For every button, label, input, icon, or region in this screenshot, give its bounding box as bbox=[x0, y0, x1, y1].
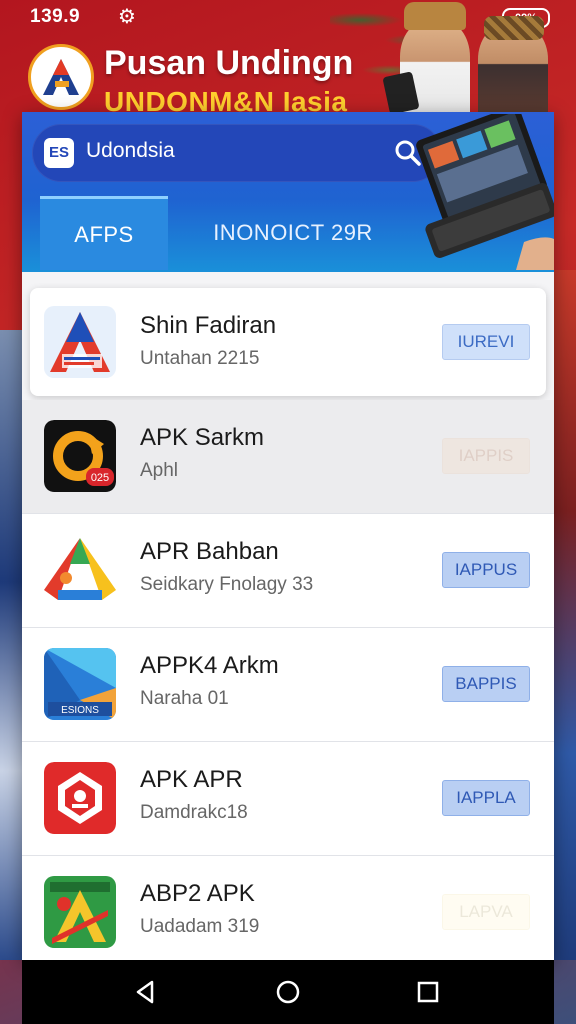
search-bar[interactable]: ES Udondsia bbox=[32, 124, 442, 182]
install-button[interactable]: IAPPUS bbox=[442, 552, 530, 588]
tablet-keyboard-image bbox=[396, 112, 554, 270]
tab-bar: AFPS INONOICT 29R bbox=[40, 196, 418, 270]
install-button[interactable]: LAPVA bbox=[442, 894, 530, 930]
install-button[interactable]: IAPPLA bbox=[442, 780, 530, 816]
a-red-blue-icon bbox=[44, 306, 116, 378]
background-right-strip bbox=[554, 270, 576, 960]
app-title: APR Bahban bbox=[140, 538, 279, 565]
install-button[interactable]: BAPPIS bbox=[442, 666, 530, 702]
app-subtitle: Seidkary Fnolagy 33 bbox=[140, 574, 314, 595]
svg-text:025: 025 bbox=[91, 472, 109, 484]
app-title: APK Sarkm bbox=[140, 424, 265, 451]
app-subtitle: Damdrakc18 bbox=[140, 802, 248, 823]
blue-folded-icon: ESIONS bbox=[44, 648, 116, 720]
app-window: ES Udondsia AFPS INONOICT 29R Shin Fadir… bbox=[22, 112, 554, 960]
search-text[interactable]: Udondsia bbox=[86, 139, 175, 163]
app-title: Shin Fadiran bbox=[140, 312, 277, 339]
app-list: Shin Fadiran Untahan 2215 IUREVI 025 APK… bbox=[22, 284, 554, 960]
list-item[interactable]: APR Bahban Seidkary Fnolagy 33 IAPPUS bbox=[22, 514, 554, 628]
background-left-strip bbox=[0, 330, 24, 960]
list-item[interactable]: Shin Fadiran Untahan 2215 IUREVI bbox=[30, 288, 546, 396]
android-nav-bar bbox=[22, 960, 554, 1024]
app-subtitle: Uadadam 319 bbox=[140, 916, 260, 937]
hero-title: Pusan Undingn bbox=[104, 44, 354, 82]
red-badge-icon bbox=[44, 762, 116, 834]
settings-icon: ⚙ bbox=[118, 6, 136, 28]
tab-secondary[interactable]: INONOICT 29R bbox=[168, 196, 418, 270]
install-button[interactable]: IUREVI bbox=[442, 324, 530, 360]
svg-text:ESIONS: ESIONS bbox=[61, 705, 99, 716]
status-time: 139.9 bbox=[30, 6, 81, 27]
list-item[interactable]: ESIONS APPK4 Arkm Naraha 01 BAPPIS bbox=[22, 628, 554, 742]
app-subtitle: Aphl bbox=[140, 460, 179, 481]
app-title: APPK4 Arkm bbox=[140, 652, 279, 679]
green-a-icon bbox=[44, 876, 116, 948]
list-item[interactable]: 025 APK Sarkm Aphl IAPPIS bbox=[22, 400, 554, 514]
install-button[interactable]: IAPPIS bbox=[442, 438, 530, 474]
home-icon[interactable] bbox=[274, 978, 302, 1006]
tab-apps[interactable]: AFPS bbox=[40, 196, 168, 270]
app-title: APK APR bbox=[140, 766, 243, 793]
list-item[interactable]: ABP2 APK Uadadam 319 LAPVA bbox=[22, 856, 554, 960]
multicolor-a-icon bbox=[44, 534, 116, 606]
app-subtitle: Naraha 01 bbox=[140, 688, 229, 709]
black-orange-a-icon: 025 bbox=[44, 420, 116, 492]
app-subtitle: Untahan 2215 bbox=[140, 348, 260, 369]
app-logo-icon: ES bbox=[44, 138, 74, 168]
back-icon[interactable] bbox=[132, 978, 160, 1006]
brand-logo-icon bbox=[28, 44, 94, 110]
recents-icon[interactable] bbox=[414, 978, 442, 1006]
app-header: ES Udondsia AFPS INONOICT 29R bbox=[22, 112, 554, 272]
app-title: ABP2 APK bbox=[140, 880, 255, 907]
hero-people-illustration bbox=[382, 0, 576, 115]
list-item[interactable]: APK APR Damdrakc18 IAPPLA bbox=[22, 742, 554, 856]
